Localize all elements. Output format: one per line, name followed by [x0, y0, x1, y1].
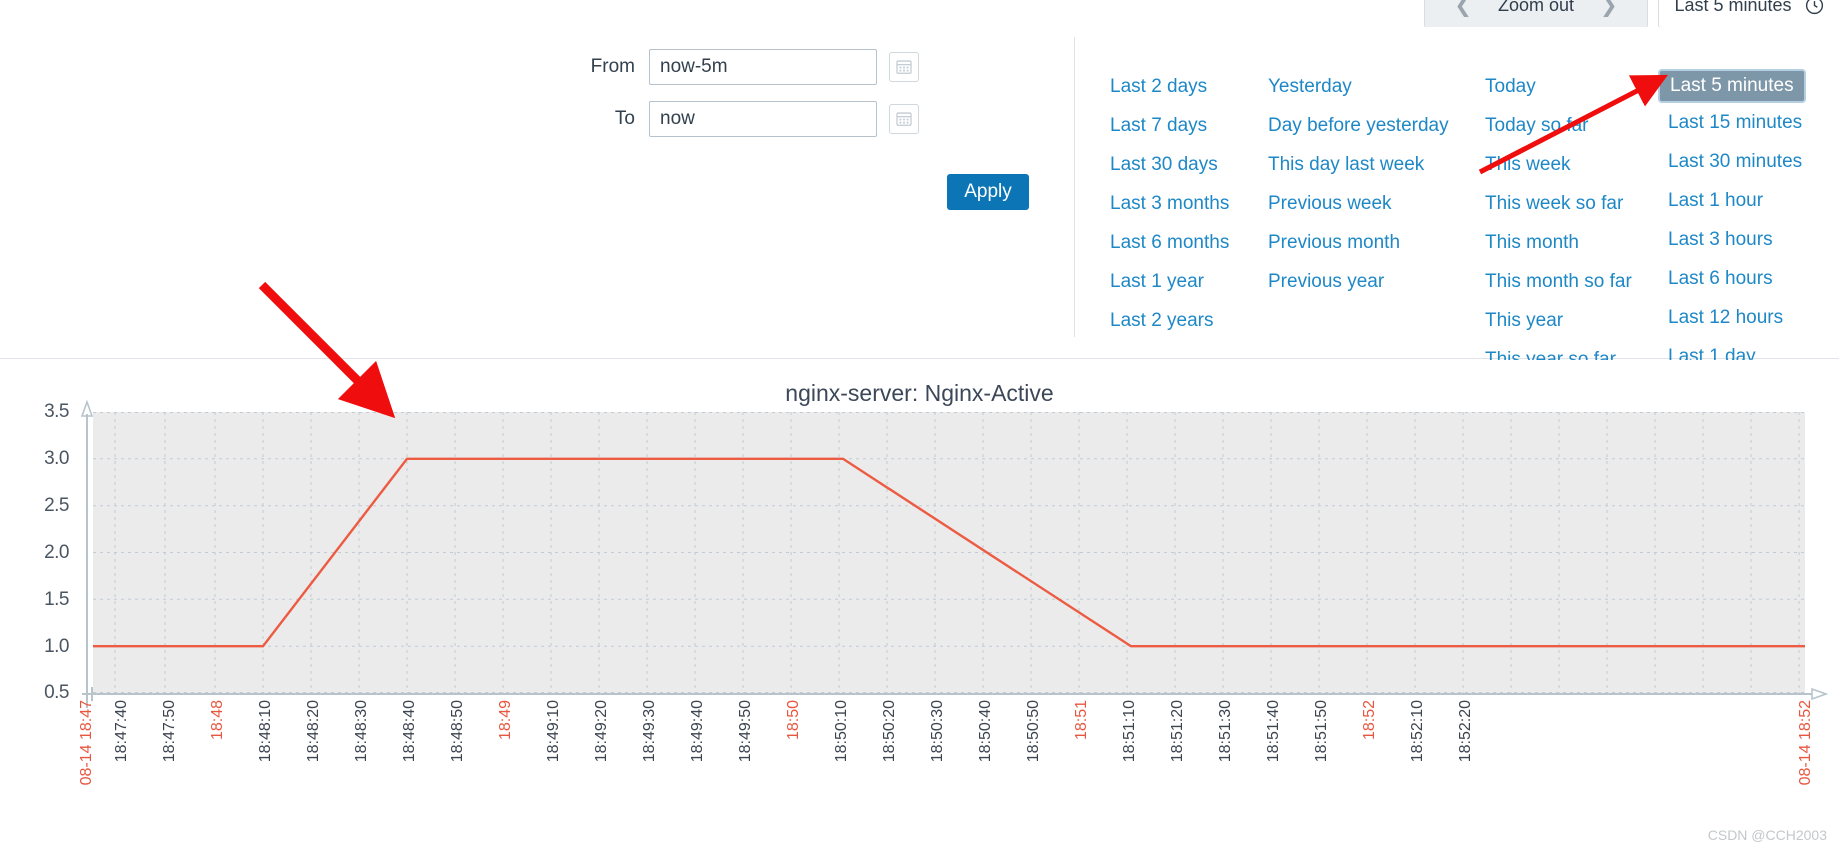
- range-item[interactable]: Last 6 months: [1110, 223, 1268, 262]
- x-tick-label: 18:49:40: [689, 700, 706, 763]
- y-tick-label: 2.0: [44, 542, 69, 563]
- range-item[interactable]: Today: [1485, 67, 1668, 106]
- quick-ranges: Last 2 days Last 7 days Last 30 days Las…: [1110, 67, 1839, 379]
- x-tick-label: 18:50:20: [881, 700, 898, 763]
- x-tick-label: 18:49: [497, 700, 514, 741]
- apply-button[interactable]: Apply: [947, 174, 1029, 210]
- x-tick-label: 18:49:10: [545, 700, 562, 763]
- y-tick-label: 2.5: [44, 495, 69, 516]
- x-tick-label: 18:50:10: [833, 700, 850, 763]
- time-range-dropdown-panel: From now-5m To now Apply Last 2 days Las…: [0, 27, 1839, 370]
- range-item[interactable]: Last 7 days: [1110, 106, 1268, 145]
- from-input[interactable]: [649, 49, 877, 85]
- x-axis: 08-14 18:47 18:47:40 18:47:50 18:48 18:4…: [0, 700, 1839, 830]
- y-tick-label: 3.0: [44, 448, 69, 469]
- range-item[interactable]: Last 30 minutes: [1668, 142, 1839, 181]
- x-tick-label: 18:50: [785, 700, 802, 741]
- range-item[interactable]: Last 2 days: [1110, 67, 1268, 106]
- range-item[interactable]: Last 2 years: [1110, 301, 1268, 340]
- x-tick-label: 18:51:50: [1313, 700, 1330, 763]
- chart-panel: nginx-server: Nginx-Active 3.5 3.0 2.5 2…: [0, 360, 1839, 849]
- to-row: To: [545, 101, 919, 137]
- x-tick-label: 18:50:40: [977, 700, 994, 763]
- range-item[interactable]: Last 30 days: [1110, 145, 1268, 184]
- x-tick-label: 18:52:10: [1409, 700, 1426, 763]
- x-tick-label: 18:51:40: [1265, 700, 1282, 763]
- quick-ranges-column-3: Last 5 minutes Last 15 minutes Last 30 m…: [1658, 67, 1839, 379]
- y-axis-spine: [80, 400, 94, 708]
- range-item[interactable]: This month so far: [1485, 262, 1668, 301]
- x-tick-label: 18:51:20: [1169, 700, 1186, 763]
- to-input[interactable]: [649, 101, 877, 137]
- range-item[interactable]: Last 1 hour: [1668, 181, 1839, 220]
- range-item[interactable]: Previous month: [1268, 223, 1485, 262]
- x-tick-label: 18:49:20: [593, 700, 610, 763]
- range-item[interactable]: Yesterday: [1268, 67, 1485, 106]
- range-item[interactable]: Today so far: [1485, 106, 1668, 145]
- range-item[interactable]: Last 1 year: [1110, 262, 1268, 301]
- range-item[interactable]: This week so far: [1485, 184, 1668, 223]
- range-item[interactable]: Previous week: [1268, 184, 1485, 223]
- x-tick-label: 18:48:50: [449, 700, 466, 763]
- plot-svg: [93, 412, 1805, 693]
- x-tick-label: 18:52:20: [1457, 700, 1474, 763]
- range-item[interactable]: This day last week: [1268, 145, 1485, 184]
- x-tick-label: 18:49:50: [737, 700, 754, 763]
- from-label: From: [590, 56, 635, 77]
- watermark: CSDN @CCH2003: [1707, 827, 1827, 843]
- x-tick-label: 18:51:10: [1121, 700, 1138, 763]
- to-calendar-icon[interactable]: [889, 104, 919, 134]
- chart-title: nginx-server: Nginx-Active: [785, 380, 1054, 406]
- time-range-button[interactable]: Last 5 minutes: [1658, 0, 1839, 27]
- x-tick-label: 18:50:50: [1025, 700, 1042, 763]
- x-tick-label: 18:48:40: [401, 700, 418, 763]
- range-item[interactable]: Last 12 hours: [1668, 298, 1839, 337]
- y-tick-label: 1.0: [44, 636, 69, 657]
- from-calendar-icon[interactable]: [889, 52, 919, 82]
- panel-divider: [1074, 37, 1075, 337]
- x-tick-label: 18:52: [1361, 700, 1378, 741]
- x-tick-label: 18:47:40: [113, 700, 130, 763]
- quick-ranges-column-1: Yesterday Day before yesterday This day …: [1268, 67, 1485, 379]
- from-row: From: [545, 49, 919, 85]
- range-item[interactable]: Last 15 minutes: [1668, 103, 1839, 142]
- plot-area: [93, 412, 1805, 693]
- x-tick-label: 18:50:30: [929, 700, 946, 763]
- range-item[interactable]: Last 6 hours: [1668, 259, 1839, 298]
- range-item[interactable]: Last 3 months: [1110, 184, 1268, 223]
- quick-ranges-column-0: Last 2 days Last 7 days Last 30 days Las…: [1110, 67, 1268, 379]
- x-tick-label: 18:51:30: [1217, 700, 1234, 763]
- x-tick-label: 08-14 18:47: [78, 700, 95, 786]
- zoom-out-control[interactable]: ❮ Zoom out ❯: [1424, 0, 1648, 27]
- absolute-range-form: From now-5m To now Apply: [0, 27, 1074, 359]
- chevron-right-icon[interactable]: ❯: [1600, 0, 1618, 16]
- x-tick-label: 18:48:10: [257, 700, 274, 763]
- x-tick-label: 18:48:30: [353, 700, 370, 763]
- range-item[interactable]: This month: [1485, 223, 1668, 262]
- x-tick-label: 18:49:30: [641, 700, 658, 763]
- top-toolbar: ❮ Zoom out ❯ Last 5 minutes: [0, 0, 1839, 27]
- to-label: To: [614, 108, 635, 129]
- chevron-left-icon[interactable]: ❮: [1454, 0, 1472, 16]
- range-item[interactable]: Last 3 hours: [1668, 220, 1839, 259]
- range-item[interactable]: Previous year: [1268, 262, 1485, 301]
- x-tick-label: 18:48: [209, 700, 226, 741]
- quick-ranges-column-2: Today Today so far This week This week s…: [1485, 67, 1668, 379]
- time-range-label: Last 5 minutes: [1674, 0, 1792, 15]
- grid-horizontal: [93, 412, 1805, 693]
- range-item-selected[interactable]: Last 5 minutes: [1658, 69, 1806, 103]
- x-tick-label: 08-14 18:52: [1797, 700, 1814, 786]
- range-item[interactable]: This year: [1485, 301, 1668, 340]
- clock-icon: [1804, 0, 1825, 16]
- range-item[interactable]: Day before yesterday: [1268, 106, 1485, 145]
- y-tick-label: 1.5: [44, 589, 69, 610]
- zoom-out-label[interactable]: Zoom out: [1498, 0, 1574, 16]
- y-tick-label: 3.5: [44, 401, 69, 422]
- x-tick-label: 18:48:20: [305, 700, 322, 763]
- x-tick-label: 18:51: [1073, 700, 1090, 741]
- range-item[interactable]: This week: [1485, 145, 1668, 184]
- x-tick-label: 18:47:50: [161, 700, 178, 763]
